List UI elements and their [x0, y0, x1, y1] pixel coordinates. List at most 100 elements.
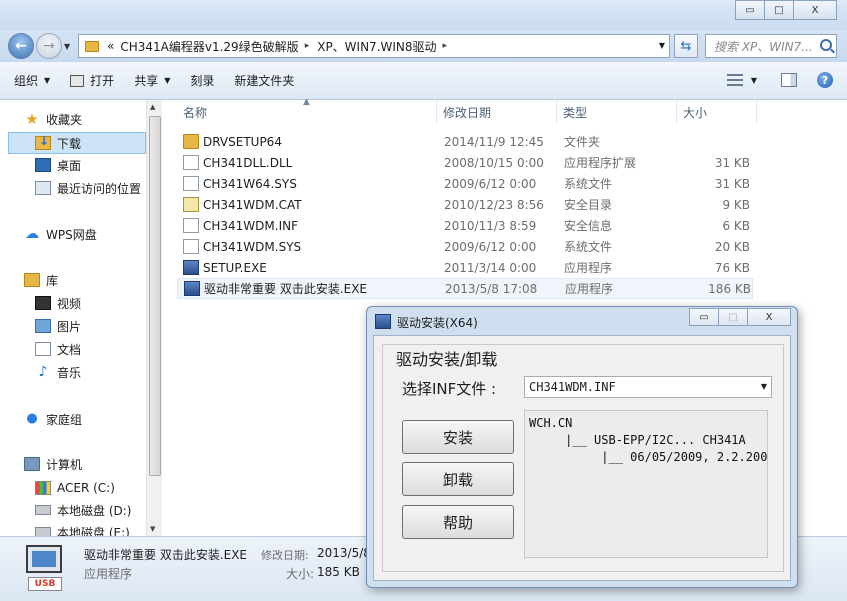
recent-pages-dropdown[interactable]: ▼ [64, 42, 70, 51]
column-header-type[interactable]: 类型 [557, 100, 677, 124]
dll-file-icon [183, 155, 199, 170]
column-header-name[interactable]: 名称 [177, 100, 437, 124]
selected-file-name: 驱动非常重要 双击此安装.EXE [84, 548, 248, 562]
back-arrow-icon: ← [15, 38, 27, 54]
help-button[interactable]: 帮助 [402, 505, 514, 539]
catalog-file-icon [183, 197, 199, 212]
sidebar-item-downloads[interactable]: 下载 [8, 132, 146, 154]
file-name: CH341W64.SYS [203, 176, 297, 191]
computer-icon [24, 457, 40, 471]
help-icon[interactable]: ? [817, 72, 833, 88]
star-icon: ★ [25, 110, 39, 128]
file-row[interactable]: SETUP.EXE 2011/3/14 0:00 应用程序 76 KB [177, 257, 753, 278]
address-bar[interactable]: « CH341A编程器v1.29绿色破解版 ▸ XP、WIN7.WIN8驱动 ▸… [78, 34, 670, 58]
usb-label: USB [28, 577, 62, 591]
file-name: CH341WDM.SYS [203, 239, 302, 254]
exe-file-icon [183, 260, 199, 275]
file-date: 2008/10/15 0:00 [444, 155, 544, 170]
dialog-minimize-button[interactable]: ▭ [689, 308, 719, 326]
breadcrumb-separator[interactable]: ▸ [443, 41, 448, 51]
close-button[interactable]: X [793, 0, 837, 20]
sidebar-scrollbar[interactable]: ▲ ▼ [146, 100, 162, 536]
uninstall-button[interactable]: 卸载 [402, 462, 514, 496]
desktop-icon [35, 158, 51, 172]
organize-button[interactable]: 组织 ▼ [14, 72, 50, 89]
file-row-selected[interactable]: 驱动非常重要 双击此安装.EXE 2013/5/8 17:08 应用程序 186… [177, 278, 753, 299]
music-icon: ♪ [38, 364, 48, 380]
back-button[interactable]: ← [8, 33, 34, 59]
share-button[interactable]: 共享 ▼ [134, 72, 170, 89]
column-header-size[interactable]: 大小 [677, 100, 757, 124]
breadcrumb-item[interactable]: XP、WIN7.WIN8驱动 [317, 38, 436, 55]
sidebar-item-label: 文档 [57, 342, 82, 357]
chevron-down-icon: ▼ [44, 76, 51, 85]
chevron-down-icon[interactable]: ▼ [751, 76, 757, 85]
toolbar-right: ▼ ? [726, 72, 833, 88]
folder-icon [183, 134, 199, 149]
new-folder-button[interactable]: 新建文件夹 [234, 72, 294, 89]
refresh-icon: ⇆ [680, 38, 692, 54]
install-button[interactable]: 安装 [402, 420, 514, 454]
window-title-bar: ▭ □ X [0, 0, 847, 30]
share-label: 共享 [134, 74, 159, 88]
organize-label: 组织 [14, 74, 39, 88]
usb-setup-icon: USB [22, 545, 68, 593]
file-name: DRVSETUP64 [203, 134, 282, 149]
file-row[interactable]: CH341W64.SYS 2009/6/12 0:00 系统文件 31 KB [177, 173, 753, 194]
file-row[interactable]: CH341WDM.SYS 2009/6/12 0:00 系统文件 20 KB [177, 236, 753, 257]
sidebar-item-label: 桌面 [57, 158, 82, 173]
breadcrumb-separator[interactable]: ▸ [305, 41, 310, 51]
breadcrumb-overflow[interactable]: « [107, 39, 114, 53]
file-type: 应用程序 [564, 261, 613, 275]
inf-file-select[interactable]: CH341WDM.INF ▼ [524, 376, 772, 398]
scrollbar-thumb[interactable] [149, 116, 161, 476]
file-row[interactable]: CH341WDM.INF 2010/11/3 8:59 安全信息 6 KB [177, 215, 753, 236]
refresh-button[interactable]: ⇆ [674, 34, 698, 58]
modified-label: 修改日期: [261, 549, 309, 562]
sidebar-item-label: ACER (C:) [57, 481, 115, 495]
app-icon [375, 314, 391, 329]
search-icon[interactable] [820, 39, 832, 51]
dialog-controls: ▭ □ X [689, 308, 791, 326]
sidebar-item-label: 最近访问的位置 [57, 181, 142, 196]
file-size: 31 KB [714, 155, 750, 170]
maximize-button[interactable]: □ [764, 0, 794, 20]
search-placeholder: 搜索 XP、WIN7... [714, 39, 813, 54]
open-icon [70, 74, 85, 87]
file-row[interactable]: DRVSETUP64 2014/11/9 12:45 文件夹 [177, 131, 753, 152]
dialog-close-button[interactable]: X [747, 308, 791, 326]
file-type: 文件夹 [564, 135, 601, 149]
size-label: 大小: [286, 567, 315, 581]
sys-file-icon [183, 239, 199, 254]
library-icon [24, 273, 40, 287]
burn-button[interactable]: 刻录 [190, 72, 214, 89]
file-name: 驱动非常重要 双击此安装.EXE [204, 282, 368, 296]
open-label: 打开 [90, 74, 115, 88]
sidebar-item-label: 库 [46, 273, 59, 288]
file-date: 2009/6/12 0:00 [444, 176, 537, 191]
preview-pane-icon[interactable] [781, 73, 797, 87]
address-dropdown-icon[interactable]: ▼ [659, 41, 665, 50]
picture-icon [35, 319, 51, 333]
file-row[interactable]: CH341DLL.DLL 2008/10/15 0:00 应用程序扩展 31 K… [177, 152, 753, 173]
file-size: 20 KB [714, 239, 750, 254]
scroll-down-icon[interactable]: ▼ [150, 525, 155, 533]
file-name: CH341DLL.DLL [203, 155, 293, 170]
sidebar-item-label: 视频 [57, 296, 82, 311]
file-row[interactable]: CH341WDM.CAT 2010/12/23 8:56 安全目录 9 KB [177, 194, 753, 215]
minimize-button[interactable]: ▭ [735, 0, 765, 20]
sidebar-item-label: 下载 [57, 136, 82, 151]
view-options-icon[interactable] [726, 74, 743, 86]
homegroup-icon: ● [26, 411, 38, 426]
open-button[interactable]: 打开 [70, 72, 114, 89]
forward-button[interactable]: → [36, 33, 62, 59]
column-header-date[interactable]: 修改日期 [437, 100, 557, 124]
file-size: 31 KB [714, 176, 750, 191]
chevron-down-icon[interactable]: ▼ [761, 382, 767, 391]
breadcrumb-item[interactable]: CH341A编程器v1.29绿色破解版 [120, 38, 298, 55]
drive-icon [35, 505, 51, 515]
command-bar: 组织 ▼ 打开 共享 ▼ 刻录 新建文件夹 ▼ ? [0, 62, 847, 100]
search-input[interactable]: 搜索 XP、WIN7... [705, 34, 837, 58]
scroll-up-icon[interactable]: ▲ [150, 103, 155, 111]
download-folder-icon [35, 134, 51, 150]
